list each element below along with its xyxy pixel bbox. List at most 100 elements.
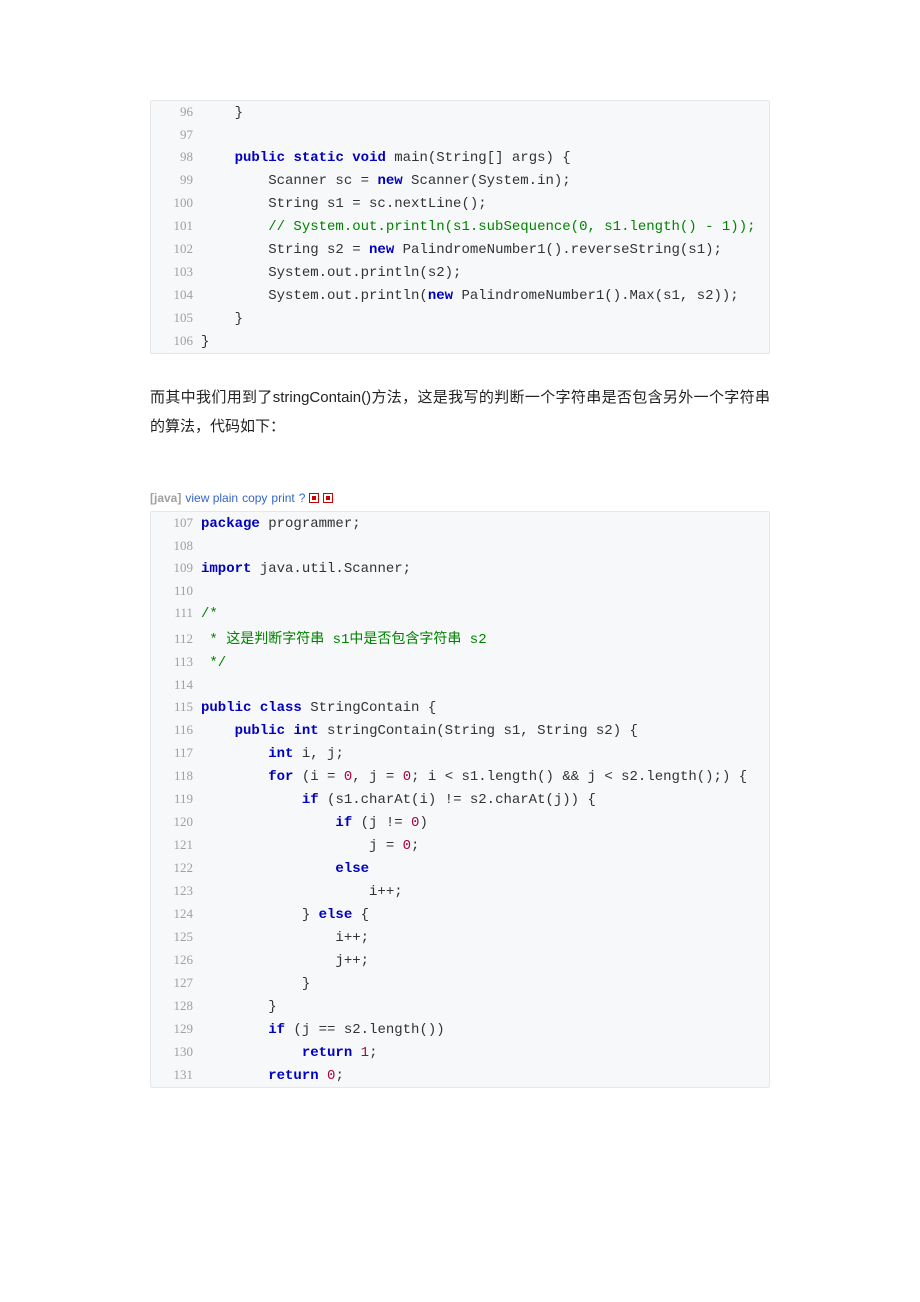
code-line: 102 String s2 = new PalindromeNumber1().… bbox=[151, 238, 769, 261]
code-line: 129 if (j == s2.length()) bbox=[151, 1018, 769, 1041]
code-content: i++; bbox=[201, 884, 403, 900]
line-number: 105 bbox=[151, 310, 201, 326]
code-content: } else { bbox=[201, 907, 369, 923]
line-number: 103 bbox=[151, 264, 201, 280]
view-plain-link[interactable]: view plain bbox=[185, 491, 238, 505]
code-block-2: 107package programmer; 108 109import java.… bbox=[150, 511, 770, 1088]
code-content: } bbox=[201, 311, 243, 327]
toolbar-icon[interactable] bbox=[323, 493, 333, 503]
line-number: 130 bbox=[151, 1044, 201, 1060]
code-line: 131 return 0; bbox=[151, 1064, 769, 1087]
code-content: Scanner sc = new Scanner(System.in); bbox=[201, 173, 571, 189]
code-line: 100 String s1 = sc.nextLine(); bbox=[151, 192, 769, 215]
code-content: j++; bbox=[201, 953, 369, 969]
code-line: 108 bbox=[151, 535, 769, 557]
code-content: i++; bbox=[201, 930, 369, 946]
code-line: 110 bbox=[151, 580, 769, 602]
line-number: 111 bbox=[151, 605, 201, 621]
code-line: 113 */ bbox=[151, 651, 769, 674]
code-line: 104 System.out.println(new PalindromeNum… bbox=[151, 284, 769, 307]
code-line: 109import java.util.Scanner; bbox=[151, 557, 769, 580]
code-line: 115public class StringContain { bbox=[151, 696, 769, 719]
code-line: 114 bbox=[151, 674, 769, 696]
line-number: 101 bbox=[151, 218, 201, 234]
code-line: 111/* bbox=[151, 602, 769, 625]
code-content: if (s1.charAt(i) != s2.charAt(j)) { bbox=[201, 792, 596, 808]
code-line: 107package programmer; bbox=[151, 512, 769, 535]
code-line: 127 } bbox=[151, 972, 769, 995]
code-line: 128 } bbox=[151, 995, 769, 1018]
line-number: 122 bbox=[151, 860, 201, 876]
line-number: 125 bbox=[151, 929, 201, 945]
toolbar-icon[interactable] bbox=[309, 493, 319, 503]
line-number: 97 bbox=[151, 127, 201, 143]
code-content: public int stringContain(String s1, Stri… bbox=[201, 723, 638, 739]
code-content: String s1 = sc.nextLine(); bbox=[201, 196, 487, 212]
code-line: 121 j = 0; bbox=[151, 834, 769, 857]
line-number: 100 bbox=[151, 195, 201, 211]
line-number: 110 bbox=[151, 583, 201, 599]
code-line: 125 i++; bbox=[151, 926, 769, 949]
code-content: * 这是判断字符串 s1中是否包含字符串 s2 bbox=[201, 628, 487, 648]
code-line: 101 // System.out.println(s1.subSequence… bbox=[151, 215, 769, 238]
line-number: 113 bbox=[151, 654, 201, 670]
code-content: } bbox=[201, 999, 277, 1015]
code-line: 126 j++; bbox=[151, 949, 769, 972]
code-content: else bbox=[201, 861, 369, 877]
line-number: 121 bbox=[151, 837, 201, 853]
code-content: System.out.println(new PalindromeNumber1… bbox=[201, 288, 739, 304]
line-number: 117 bbox=[151, 745, 201, 761]
line-number: 116 bbox=[151, 722, 201, 738]
code-content: public static void main(String[] args) { bbox=[201, 150, 571, 166]
code-line: 99 Scanner sc = new Scanner(System.in); bbox=[151, 169, 769, 192]
copy-link[interactable]: copy bbox=[242, 491, 267, 505]
code-content: /* bbox=[201, 606, 218, 622]
line-number: 99 bbox=[151, 172, 201, 188]
code-line: 116 public int stringContain(String s1, … bbox=[151, 719, 769, 742]
line-number: 108 bbox=[151, 538, 201, 554]
code-content: import java.util.Scanner; bbox=[201, 561, 411, 577]
language-label: [java] bbox=[150, 491, 181, 505]
code-line: 117 int i, j; bbox=[151, 742, 769, 765]
code-content: } bbox=[201, 976, 310, 992]
code-line: 97 bbox=[151, 124, 769, 146]
print-link[interactable]: print bbox=[271, 491, 294, 505]
line-number: 114 bbox=[151, 677, 201, 693]
code-toolbar: [java] view plain copy print ? bbox=[150, 491, 770, 505]
paragraph: 而其中我们用到了stringContain()方法，这是我写的判断一个字符串是否… bbox=[150, 384, 770, 441]
code-content: j = 0; bbox=[201, 838, 419, 854]
code-content: return 0; bbox=[201, 1068, 344, 1084]
code-line: 123 i++; bbox=[151, 880, 769, 903]
line-number: 109 bbox=[151, 560, 201, 576]
line-number: 104 bbox=[151, 287, 201, 303]
code-line: 96 } bbox=[151, 101, 769, 124]
code-line: 124 } else { bbox=[151, 903, 769, 926]
line-number: 115 bbox=[151, 699, 201, 715]
line-number: 98 bbox=[151, 149, 201, 165]
code-line: 105 } bbox=[151, 307, 769, 330]
line-number: 126 bbox=[151, 952, 201, 968]
line-number: 106 bbox=[151, 333, 201, 349]
line-number: 123 bbox=[151, 883, 201, 899]
code-content: String s2 = new PalindromeNumber1().reve… bbox=[201, 242, 722, 258]
document-page: 96 } 97 98 public static void main(String[… bbox=[0, 0, 920, 1198]
code-line: 103 System.out.println(s2); bbox=[151, 261, 769, 284]
line-number: 119 bbox=[151, 791, 201, 807]
line-number: 120 bbox=[151, 814, 201, 830]
line-number: 131 bbox=[151, 1067, 201, 1083]
help-link[interactable]: ? bbox=[299, 491, 306, 505]
code-line: 98 public static void main(String[] args… bbox=[151, 146, 769, 169]
line-number: 129 bbox=[151, 1021, 201, 1037]
code-content: // System.out.println(s1.subSequence(0, … bbox=[201, 219, 756, 235]
code-content: if (j != 0) bbox=[201, 815, 428, 831]
code-content: package programmer; bbox=[201, 516, 361, 532]
code-line: 119 if (s1.charAt(i) != s2.charAt(j)) { bbox=[151, 788, 769, 811]
code-content: System.out.println(s2); bbox=[201, 265, 461, 281]
code-line: 130 return 1; bbox=[151, 1041, 769, 1064]
line-number: 112 bbox=[151, 631, 201, 647]
line-number: 102 bbox=[151, 241, 201, 257]
line-number: 127 bbox=[151, 975, 201, 991]
line-number: 128 bbox=[151, 998, 201, 1014]
code-content: public class StringContain { bbox=[201, 700, 436, 716]
code-content: } bbox=[201, 334, 209, 350]
